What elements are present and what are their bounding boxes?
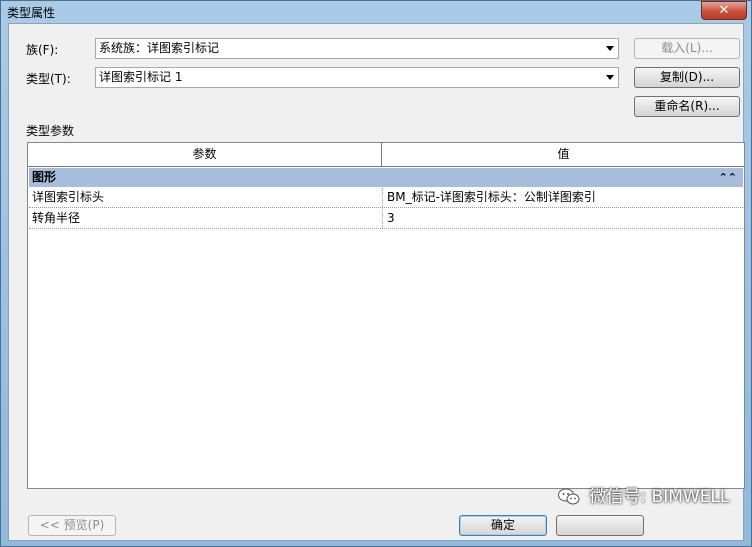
family-select[interactable]: 系统族：详图索引标记 xyxy=(95,38,619,59)
double-chevron-up-icon[interactable]: ⌃⌃ xyxy=(719,168,737,187)
duplicate-button[interactable]: 复制(D)... xyxy=(634,67,740,88)
group-header-graphics[interactable]: 图形 ⌃⌃ xyxy=(29,168,743,187)
table-row[interactable]: 转角半径 3 xyxy=(29,209,743,229)
param-cell: 转角半径 xyxy=(29,209,383,228)
dialog-title: 类型属性 xyxy=(7,6,56,20)
wechat-icon xyxy=(558,488,580,505)
title-bar[interactable]: 类型属性 ✕ xyxy=(1,1,751,23)
family-label: 族(F): xyxy=(26,43,59,57)
cancel-button[interactable] xyxy=(556,515,644,536)
watermark: 微信号: BIMWELL xyxy=(558,484,729,510)
grid-header: 参数 值 xyxy=(28,143,744,167)
type-select-value: 详图索引标记 1 xyxy=(99,70,183,84)
type-label: 类型(T): xyxy=(26,72,71,86)
type-params-grid: 参数 值 图形 ⌃⌃ 详图索引标头 BM_标记-详图索引标头：公制详图索引 转角… xyxy=(27,142,745,489)
param-cell: 详图索引标头 xyxy=(29,188,383,207)
type-select[interactable]: 详图索引标记 1 xyxy=(95,67,619,88)
param-column-header[interactable]: 参数 xyxy=(28,143,382,166)
family-select-value: 系统族：详图索引标记 xyxy=(99,41,220,55)
chevron-down-icon xyxy=(606,46,614,51)
ok-button[interactable]: 确定 xyxy=(459,515,547,536)
value-cell[interactable]: 3 xyxy=(384,209,743,228)
close-button[interactable]: ✕ xyxy=(701,1,747,20)
type-params-label: 类型参数 xyxy=(26,124,75,138)
rename-button[interactable]: 重命名(R)... xyxy=(634,96,740,117)
value-cell[interactable]: BM_标记-详图索引标头：公制详图索引 xyxy=(384,188,743,207)
dialog-body: 族(F): 系统族：详图索引标记 载入(L)... 类型(T): 详图索引标记 … xyxy=(8,23,745,541)
preview-button[interactable]: << 预览(P) xyxy=(28,515,116,536)
watermark-text: 微信号: BIMWELL xyxy=(589,487,730,507)
close-icon: ✕ xyxy=(718,3,730,18)
type-properties-dialog: 类型属性 ✕ 族(F): 系统族：详图索引标记 载入(L)... 类型(T): … xyxy=(0,0,752,547)
value-column-header[interactable]: 值 xyxy=(383,143,744,166)
chevron-down-icon xyxy=(606,75,614,80)
load-button[interactable]: 载入(L)... xyxy=(634,38,740,59)
table-row[interactable]: 详图索引标头 BM_标记-详图索引标头：公制详图索引 xyxy=(29,188,743,208)
group-name: 图形 xyxy=(32,170,57,184)
